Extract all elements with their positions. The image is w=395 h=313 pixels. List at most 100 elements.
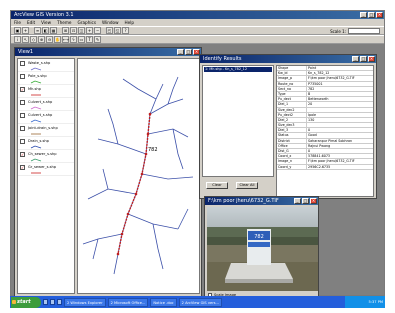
attribute-value: Bettenworth [308,97,329,102]
map-label: 782 [148,147,158,153]
scale-input[interactable] [348,28,380,34]
attribute-field: District [277,138,307,143]
image-close-button[interactable]: × [310,198,317,204]
draw-icon[interactable]: ✎ [94,36,101,43]
attribute-field: Image_n [277,159,307,164]
task-notice-doc[interactable]: Notice .doc [150,297,177,307]
task-arcview[interactable]: 2 ArcView GIS vers... [178,297,222,307]
maximize-button[interactable]: □ [368,12,375,18]
menu-file[interactable]: File [14,19,21,26]
theme-symbol-icon [30,80,42,84]
outlook-icon[interactable] [57,299,62,305]
hotlink-icon[interactable]: ϟ [70,36,77,43]
attribute-field: Size_dec2 [277,107,307,112]
theme-symbol-icon [31,172,41,174]
task-microsoft-office[interactable]: 2 Microsoft Office... [107,297,149,307]
zoom-out-tool-icon[interactable]: ⊖ [46,36,53,43]
theme-checkbox[interactable] [20,61,25,66]
ie-icon[interactable] [43,299,48,305]
theme-item[interactable]: Culvert_s.shp [18,111,74,124]
theme-checkbox[interactable] [20,113,25,118]
image-maximize-button[interactable]: □ [302,198,309,204]
zoom-in-icon[interactable]: + [86,27,93,34]
clear-select-icon[interactable]: ◱ [114,27,121,34]
menu-graphics[interactable]: Graphics [78,19,97,26]
save-icon[interactable]: ▣ [14,27,21,34]
clear-all-button[interactable]: Clear All [236,182,258,189]
theme-item[interactable]: Pole_s.shp [18,72,74,85]
theme-item[interactable]: ✓ Mh.shp [18,85,74,98]
theme-checkbox[interactable]: ✓ [20,152,25,157]
theme-symbol-icon [31,133,41,135]
attribute-field: Coord_y [277,164,307,169]
menu-theme[interactable]: Theme [57,19,71,26]
start-button[interactable]: start [11,296,41,308]
identify-selected-item[interactable]: 1: Mh.shp - Kn_s_782_12 [204,67,272,72]
photo-svg: 782 [207,207,318,291]
map-canvas[interactable]: 782 [77,58,200,294]
add-theme-icon[interactable]: + [22,27,29,34]
select-all-icon[interactable]: ◰ [106,27,113,34]
close-button[interactable]: × [376,12,383,18]
zoom-theme-icon[interactable]: ⊡ [70,27,77,34]
attribute-value: Point [308,66,317,70]
identify-title: Identify Results [203,56,242,62]
scale-label: Scale 1: [330,29,346,34]
theme-checkbox[interactable]: ✓ [20,87,25,92]
theme-checkbox[interactable] [20,74,25,79]
zoom-select-icon[interactable]: ◫ [78,27,85,34]
task-windows-explorer[interactable]: 2 Windows Explorer [64,297,106,307]
theme-checkbox[interactable] [20,100,25,105]
workspace: View1 _ □ × Waste_s.shp Pole_s.shp ✓ Mh.shp… [11,44,384,299]
theme-item[interactable]: Joint-drain_s.shp [18,124,74,137]
theme-item[interactable]: ✓ Gr_sewer_s.shp [18,163,74,176]
table-icon[interactable]: ▦ [50,27,57,34]
theme-item[interactable]: Waste_s.shp [18,59,74,72]
view1-maximize-button[interactable]: □ [185,49,192,55]
zoom-in-tool-icon[interactable]: ⊕ [38,36,45,43]
attribute-value: Ipole [308,112,317,117]
theme-checkbox[interactable] [20,126,25,131]
image-minimize-button[interactable]: _ [294,198,301,204]
pointer-icon[interactable]: ↖ [22,36,29,43]
pan-icon[interactable]: ✋ [54,36,61,43]
map-svg: 782 [82,76,194,275]
identify-list[interactable]: 1: Mh.shp - Kn_s_782_12 [202,65,274,177]
theme-label: Pole_s.shp [28,74,47,78]
menu-edit[interactable]: Edit [27,19,35,26]
zoom-full-icon[interactable]: ⊞ [62,27,69,34]
theme-checkbox[interactable]: ✓ [20,165,25,170]
minimize-button[interactable]: _ [360,12,367,18]
label-icon[interactable]: T [86,36,93,43]
button-bar: ▣ + ≡ ◧ ▦ ⊞ ⊡ ◫ + − ◰ ◱ ? Scale 1: [11,26,384,35]
identify-close-button[interactable]: × [368,56,375,62]
identify-maximize-button[interactable]: □ [360,56,367,62]
theme-label: Gr_sewer_s.shp [28,165,57,169]
theme-label: Joint-drain_s.shp [28,126,58,130]
menu-help[interactable]: Help [125,19,135,26]
area-of-interest-icon[interactable]: ▭ [78,36,85,43]
theme-item[interactable]: Culvert_s.shp [18,98,74,111]
attribute-field: Coord_x [277,154,307,159]
theme-item[interactable]: ✓ Ch_sewer_s.shp [18,150,74,163]
menu-view[interactable]: View [41,19,51,26]
help-icon[interactable]: ? [122,27,129,34]
photo-marker-text: 782 [254,234,264,240]
menu-window[interactable]: Window [102,19,119,26]
theme-checkbox[interactable] [20,139,25,144]
legend-editor-icon[interactable]: ◧ [42,27,49,34]
desktop-icon[interactable] [50,299,55,305]
theme-symbol-icon [30,67,42,71]
identify-icon[interactable]: i [14,36,21,43]
measure-icon[interactable]: ⟷ [62,36,69,43]
theme-properties-icon[interactable]: ≡ [34,27,41,34]
attribute-field: Type [277,91,307,97]
theme-item[interactable]: Drain_s.shp [18,137,74,150]
attribute-value: 0 [308,128,311,133]
view1-minimize-button[interactable]: _ [177,49,184,55]
clear-button[interactable]: Clear [206,182,228,189]
vertex-icon[interactable]: ◇ [30,36,37,43]
zoom-out-icon[interactable]: − [94,27,101,34]
identify-minimize-button[interactable]: _ [352,56,359,62]
attribute-value: Saharanpur Pimal Sobhran [308,138,353,143]
